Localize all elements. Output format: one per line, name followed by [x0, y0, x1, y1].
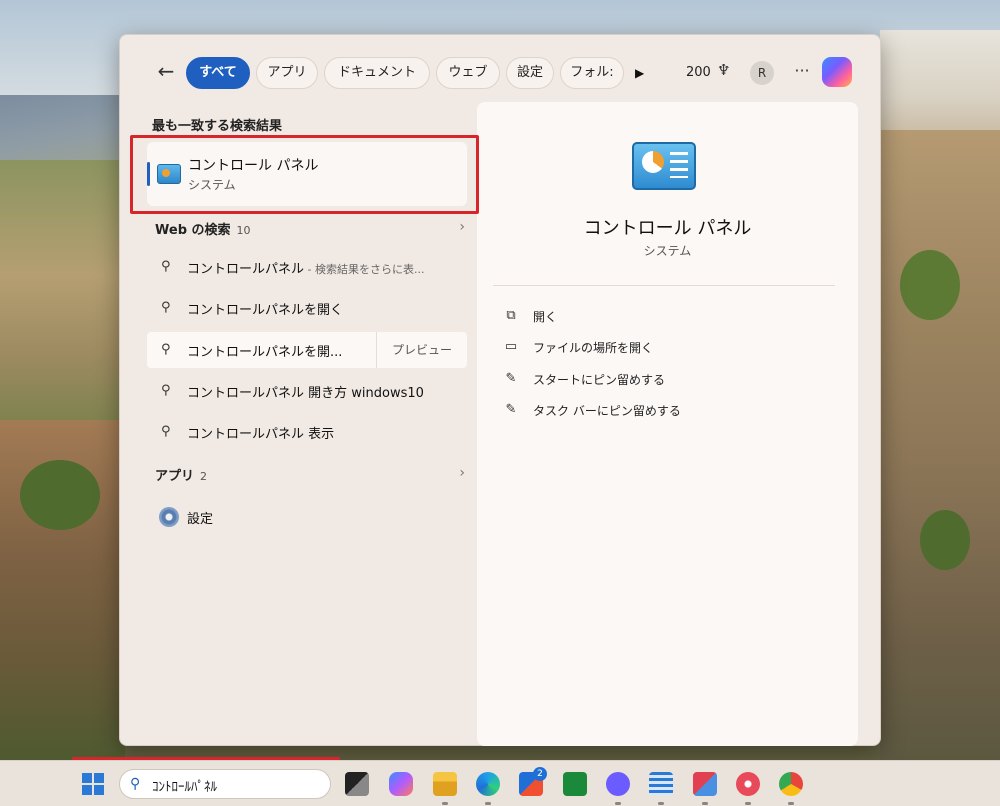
pin-icon: ✎	[505, 402, 517, 417]
task-view-icon[interactable]	[345, 772, 369, 796]
search-panel: ← すべて アプリ ドキュメント ウェブ 設定 フォル: ▶ 200 ♆ R ·…	[119, 34, 881, 746]
taskbar-search-box[interactable]: ⚲	[119, 769, 331, 799]
web-result-1[interactable]: ⚲ コントロールパネル - 検索結果をさらに表...	[147, 249, 467, 285]
web-result-text: コントロールパネルを開く	[187, 303, 344, 318]
best-match-item[interactable]: コントロール パネル システム	[147, 142, 467, 206]
notepad-icon[interactable]	[649, 772, 673, 796]
filter-bar: ← すべて アプリ ドキュメント ウェブ 設定 フォル: ▶ 200 ♆ R ·…	[120, 35, 880, 111]
windows-start-icon[interactable]	[82, 773, 104, 795]
rewards-points[interactable]: 200	[686, 63, 711, 83]
preview-button[interactable]: プレビュー	[376, 332, 467, 368]
web-result-suffix: - 検索結果をさらに表...	[304, 263, 425, 276]
best-match-name: コントロール パネル	[188, 158, 319, 174]
chat-app-icon[interactable]	[606, 772, 630, 796]
web-search-header[interactable]: Web の検索 10 ›	[155, 219, 465, 239]
more-options-button[interactable]: ···	[790, 61, 814, 85]
web-result-text: コントロールパネルを開...	[187, 345, 343, 360]
running-indicator	[485, 802, 491, 805]
open-external-icon: ⧉	[506, 308, 516, 323]
search-icon: ⚲	[130, 776, 141, 792]
web-result-text: コントロールパネル 表示	[187, 427, 335, 442]
chevron-right-icon: ›	[459, 465, 465, 481]
apps-header[interactable]: アプリ 2 ›	[155, 465, 465, 485]
running-indicator	[442, 802, 448, 805]
selection-indicator	[147, 162, 150, 186]
search-icon: ⚲	[161, 259, 171, 274]
control-panel-icon	[632, 142, 696, 190]
app-item-label: 設定	[187, 512, 214, 527]
arrow-left-icon: ←	[157, 59, 175, 83]
best-match-title: 最も一致する検索結果	[152, 119, 283, 134]
search-icon: ⚲	[161, 383, 171, 398]
search-icon: ⚲	[161, 342, 171, 357]
copilot-icon[interactable]	[822, 57, 852, 87]
running-indicator	[615, 802, 621, 805]
action-label: 開く	[533, 310, 558, 324]
more-filters-button[interactable]: ▶	[635, 65, 651, 81]
wallpaper-tree	[20, 460, 100, 530]
action-pin-to-taskbar[interactable]: ✎ タスク バーにピン留めする	[503, 399, 823, 423]
web-search-title: Web の検索	[155, 223, 231, 238]
wallpaper-tree	[920, 510, 970, 570]
preview-pane: コントロール パネル システム ⧉ 開く ▭ ファイルの場所を開く ✎ スタート…	[477, 102, 858, 746]
web-result-4[interactable]: ⚲ コントロールパネル 開き方 windows10	[147, 373, 467, 409]
trophy-icon[interactable]: ♆	[717, 61, 730, 79]
web-result-3[interactable]: ⚲ コントロールパネルを開... プレビュー	[147, 332, 467, 368]
web-result-text: コントロールパネル 開き方 windows10	[187, 386, 424, 401]
search-icon: ⚲	[161, 424, 171, 439]
best-match-subtitle: システム	[188, 178, 236, 192]
divider	[493, 285, 835, 286]
xbox-icon[interactable]	[563, 772, 587, 796]
colorful-app-icon[interactable]	[736, 772, 760, 796]
filter-chip-documents[interactable]: ドキュメント	[324, 57, 430, 89]
filter-chip-folders[interactable]: フォル:	[560, 57, 624, 89]
back-button[interactable]: ←	[154, 59, 178, 83]
web-result-5[interactable]: ⚲ コントロールパネル 表示	[147, 414, 467, 450]
pin-icon: ✎	[505, 371, 517, 386]
app-item-settings[interactable]: 設定	[147, 499, 467, 535]
play-icon: ▶	[635, 66, 645, 80]
preview-app-name: コントロール パネル	[583, 218, 752, 239]
action-pin-to-start[interactable]: ✎ スタートにピン留めする	[503, 368, 823, 392]
taskbar-search-input[interactable]	[152, 774, 322, 796]
apps-title: アプリ	[155, 469, 195, 484]
filter-chip-web[interactable]: ウェブ	[436, 57, 500, 89]
taskbar: ⚲ 2	[0, 760, 1000, 806]
folder-icon: ▭	[504, 339, 518, 354]
filter-chip-settings[interactable]: 設定	[506, 57, 554, 89]
avatar[interactable]: R	[750, 61, 774, 85]
action-open[interactable]: ⧉ 開く	[503, 305, 823, 329]
action-label: タスク バーにピン留めする	[533, 404, 681, 418]
wallpaper-town	[880, 30, 1000, 140]
search-icon: ⚲	[161, 300, 171, 315]
web-search-count: 10	[236, 224, 251, 237]
action-open-file-location[interactable]: ▭ ファイルの場所を開く	[503, 336, 823, 360]
chrome-browser-icon[interactable]	[779, 772, 803, 796]
wallpaper-cliff-right	[880, 130, 1000, 760]
preview-app-subtitle: システム	[643, 244, 692, 258]
copilot-icon[interactable]	[389, 772, 413, 796]
web-result-text: コントロールパネル	[187, 262, 305, 277]
filter-chip-apps[interactable]: アプリ	[256, 57, 318, 89]
file-explorer-icon[interactable]	[433, 772, 457, 796]
action-label: ファイルの場所を開く	[533, 341, 654, 355]
running-indicator	[788, 802, 794, 805]
wallpaper-tree	[900, 250, 960, 320]
action-label: スタートにピン留めする	[533, 373, 666, 387]
web-result-2[interactable]: ⚲ コントロールパネルを開く	[147, 290, 467, 326]
chevron-right-icon: ›	[459, 219, 465, 235]
filter-chip-all[interactable]: すべて	[186, 57, 250, 89]
edge-browser-icon[interactable]	[476, 772, 500, 796]
apps-count: 2	[200, 470, 208, 483]
running-indicator	[745, 802, 751, 805]
store-badge: 2	[533, 767, 547, 781]
control-panel-icon	[157, 164, 181, 184]
snipping-tool-icon[interactable]	[693, 772, 717, 796]
running-indicator	[658, 802, 664, 805]
running-indicator	[702, 802, 708, 805]
gear-icon	[159, 507, 179, 527]
